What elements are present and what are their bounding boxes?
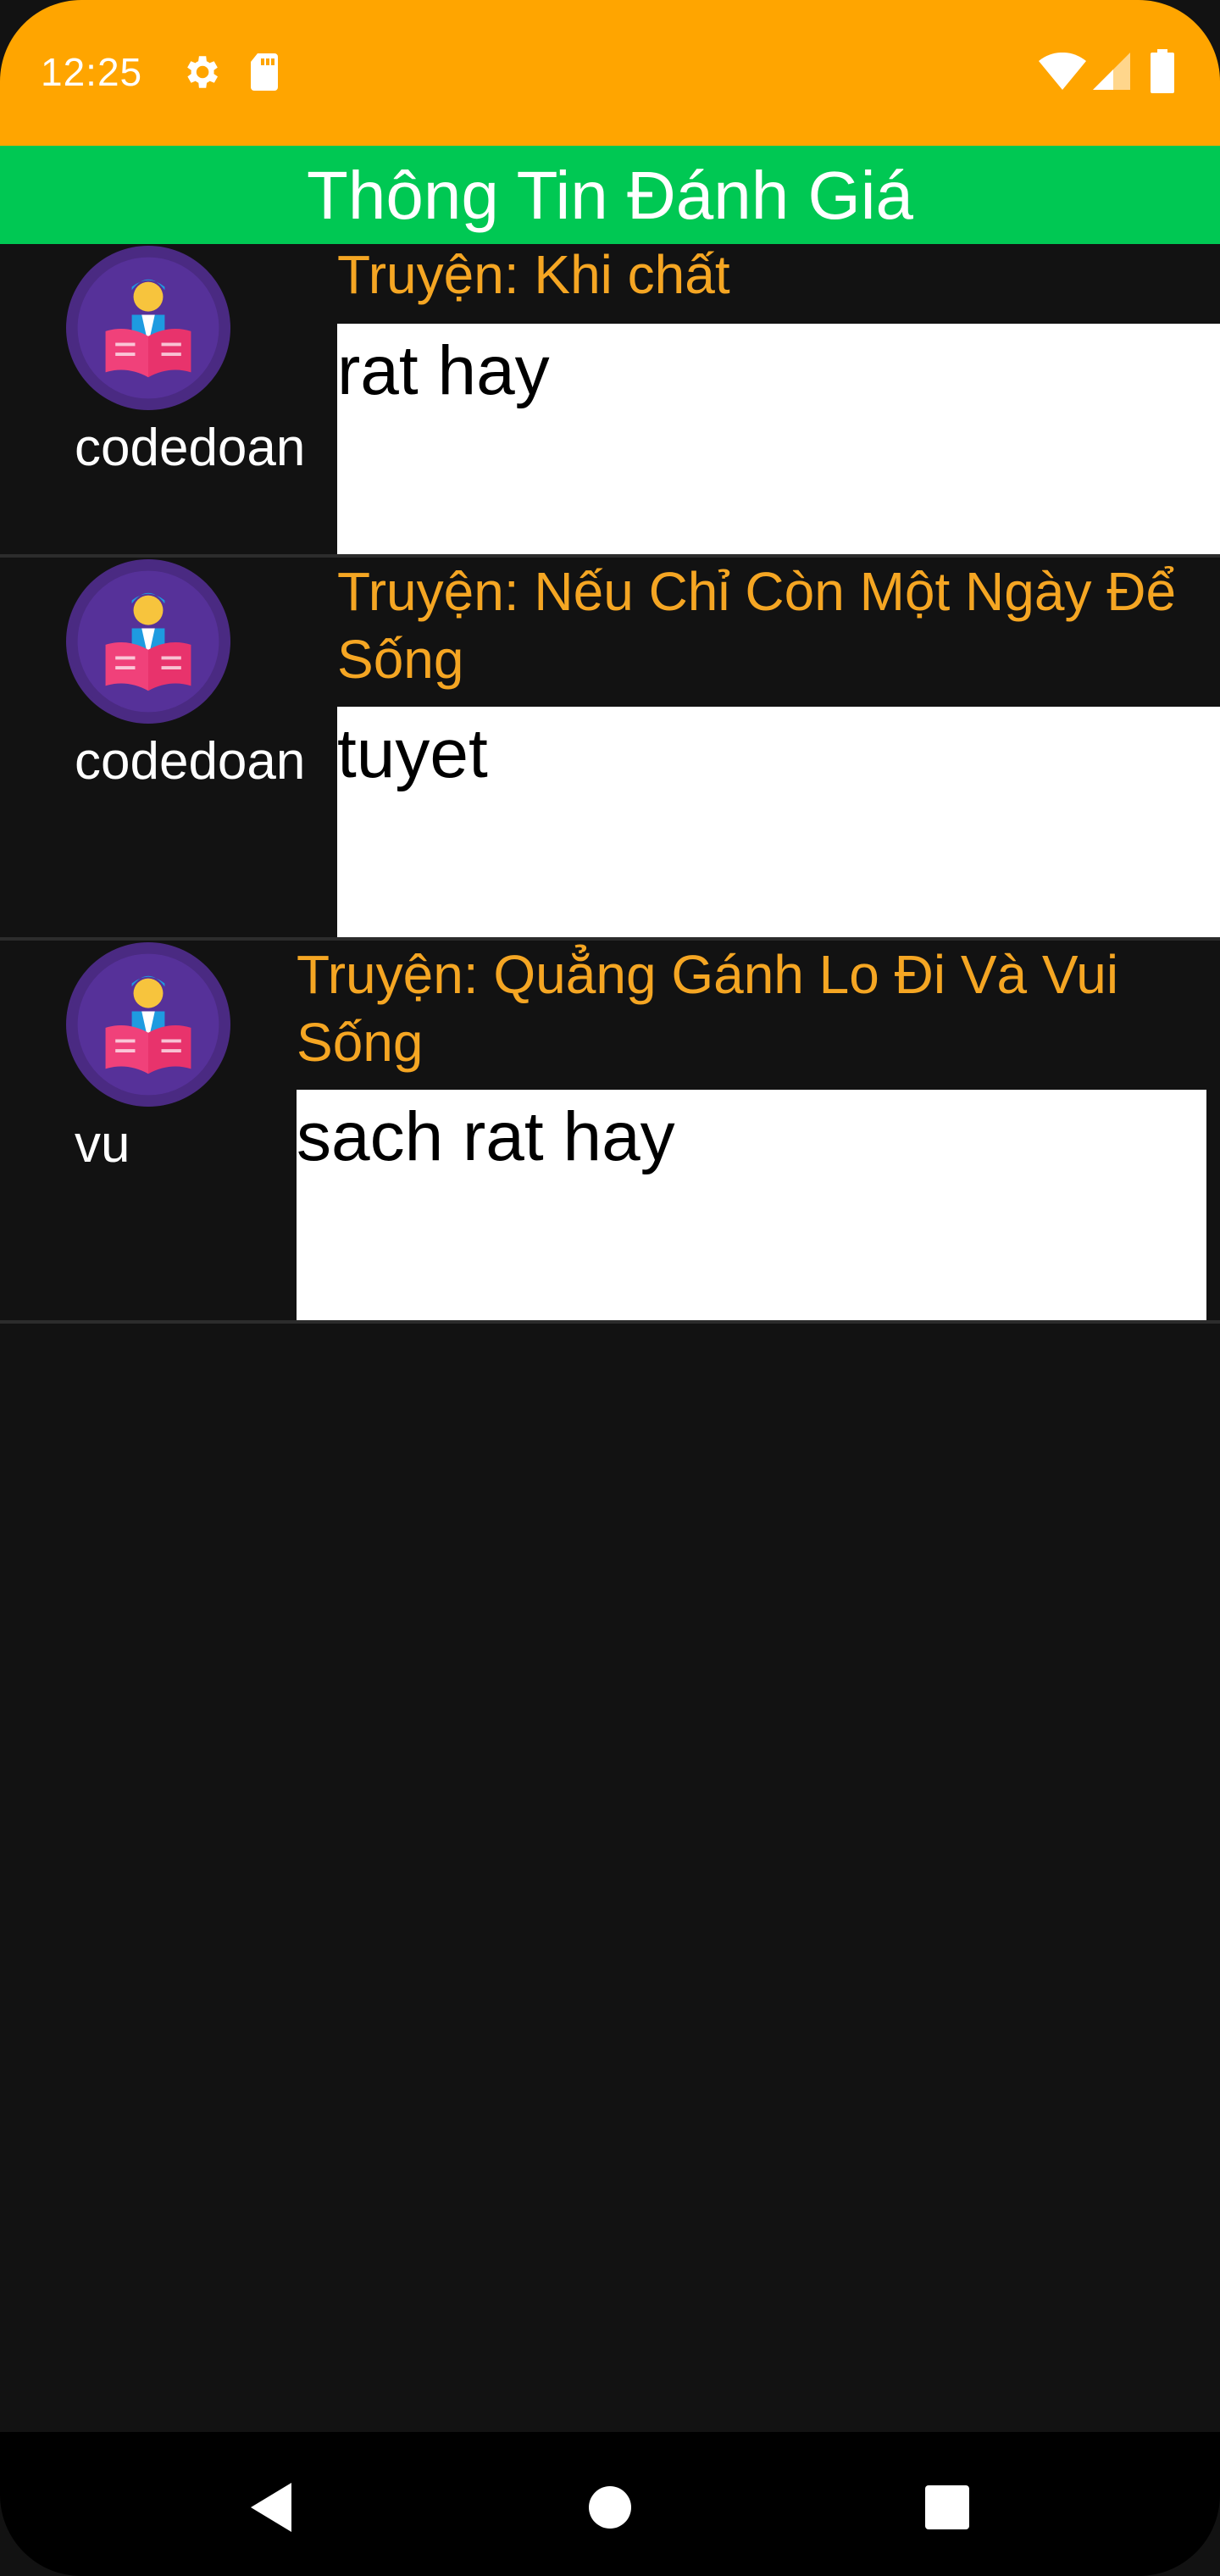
status-bar: 12:25 (0, 0, 1220, 146)
home-icon[interactable] (542, 2432, 678, 2576)
status-time: 12:25 (41, 50, 143, 94)
review-comment: sach rat hay (297, 1098, 675, 1175)
battery-icon (1151, 49, 1174, 97)
title-bar: Thông Tin Đánh Giá (0, 146, 1220, 244)
review-story-title: Truyện: Quẳng Gánh Lo Đi Và Vui Sống (297, 944, 1119, 1073)
review-comment-box: sach rat hay (297, 1090, 1206, 1320)
page-title: Thông Tin Đánh Giá (307, 158, 913, 233)
signal-icon (1093, 53, 1130, 94)
navigation-bar (0, 2432, 1220, 2576)
back-icon[interactable] (203, 2432, 339, 2576)
review-comment: tuyet (337, 715, 488, 792)
review-item[interactable]: codedoan Truyện: Nếu Chỉ Còn Một Ngày Để… (0, 558, 1220, 941)
review-comment-box: tuyet (337, 707, 1220, 937)
reader-avatar-icon (66, 942, 230, 1107)
review-comment: rat hay (337, 332, 550, 409)
settings-icon (180, 51, 222, 97)
review-username: vu (75, 1115, 130, 1174)
review-item[interactable]: vu Truyện: Quẳng Gánh Lo Đi Và Vui Sống … (0, 941, 1220, 1324)
recents-icon[interactable] (879, 2432, 1015, 2576)
reader-avatar-icon (66, 246, 230, 410)
review-story-title: Truyện: Nếu Chỉ Còn Một Ngày Để Sống (337, 561, 1177, 690)
review-username: codedoan (75, 732, 306, 791)
reader-avatar-icon (66, 559, 230, 724)
wifi-icon (1039, 52, 1086, 94)
review-story-title: Truyện: Khi chất (337, 244, 730, 305)
app-screen: 12:25 Thông Tin Đánh Giá codedoan Truyện… (0, 0, 1220, 2576)
sd-card-icon (247, 51, 281, 97)
review-username: codedoan (75, 419, 306, 477)
review-item[interactable]: codedoan Truyện: Khi chất rat hay (0, 244, 1220, 558)
review-comment-box: rat hay (337, 324, 1220, 554)
